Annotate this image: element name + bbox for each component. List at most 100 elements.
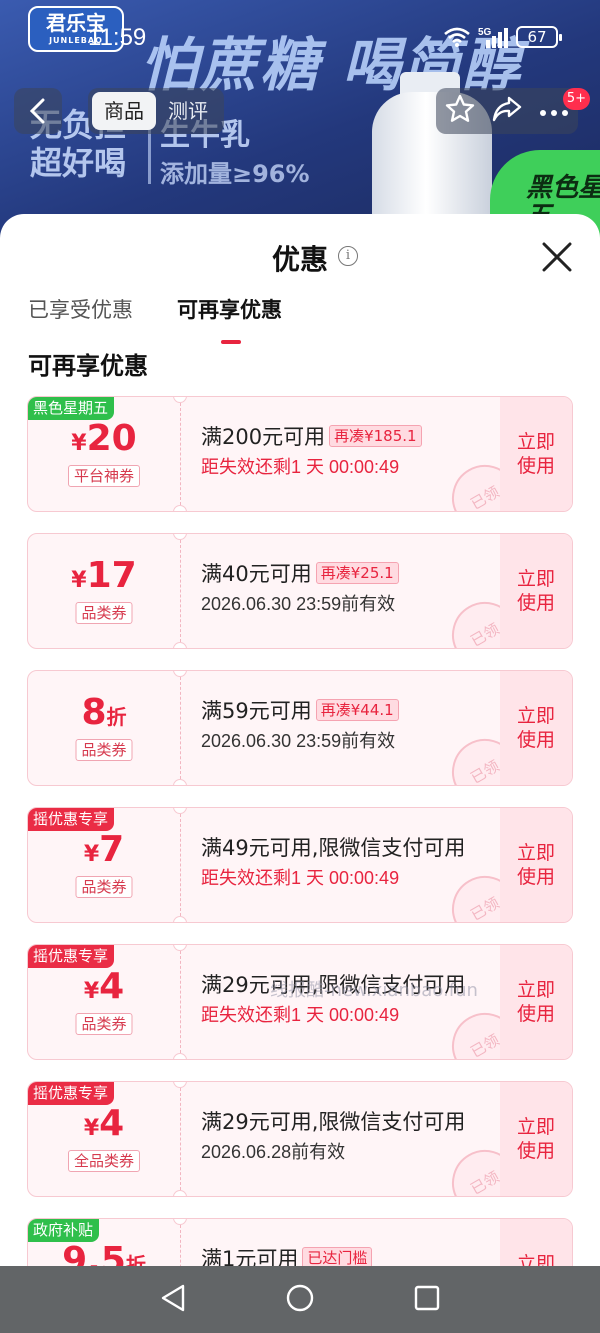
tab-review[interactable]: 测评 [156, 92, 220, 130]
coupon-condition: 满1元可用 已达门槛 [201, 1245, 481, 1266]
use-now-label: 立即 使用 [516, 842, 555, 888]
coupon-list: ¥20 平台神券 黑色星期五 满200元可用 再凑¥185.1 距失效还剩1 天 00:0… [27, 396, 573, 1266]
coupon-expiry: 2026.06.30 23:59前有效 [201, 731, 396, 751]
coupon-remaining-badge: 已达门槛 [302, 1247, 373, 1266]
section-title: 可再享优惠 [28, 352, 148, 380]
coupon-card: 8折 品类券 满59元可用 再凑¥44.1 2026.06.30 23:59前有效 已领立… [27, 670, 573, 786]
banner-feature-detail: 添加量≥96% [160, 160, 310, 188]
system-navigation-bar [0, 1266, 600, 1333]
tab-available-discounts[interactable]: 可再享优惠 [177, 294, 282, 344]
discount-tabs: 已享受优惠 可再享优惠 [28, 294, 282, 344]
coupon-expiry: 距失效还剩1 天 00:00:49 [201, 868, 400, 888]
system-recents-icon[interactable] [413, 1284, 441, 1316]
coupon-divider [180, 403, 181, 505]
coupon-condition: 满49元可用,限微信支付可用 [201, 834, 481, 862]
coupon-remaining-badge: 再凑¥25.1 [315, 562, 399, 584]
coupon-currency: ¥ [71, 431, 87, 456]
coupon-condition-text: 满1元可用 [201, 1247, 299, 1266]
coupon-notch [173, 779, 187, 785]
coupon-condition: 满40元可用 再凑¥25.1 [201, 560, 481, 588]
signal-5g-icon: 5G [478, 26, 508, 48]
coupon-card: 9.5折政府补贴满1元可用已达门槛立即 使用 [27, 1218, 573, 1266]
coupon-details: 满59元可用 再凑¥44.1 2026.06.30 23:59前有效 [201, 697, 481, 753]
svg-text:5G: 5G [478, 27, 492, 38]
coupon-amount: 8折 [28, 693, 180, 738]
coupon-card: ¥17 品类券 满40元可用 再凑¥25.1 2026.06.30 23:59前有效 已领… [27, 533, 573, 649]
coupon-type-label: 品类券 [75, 1013, 133, 1035]
use-now-button[interactable]: 立即 使用 [500, 808, 572, 922]
coupon-currency: ¥ [83, 842, 100, 867]
coupon-tag: 摇优惠专享 [28, 808, 115, 831]
tab-product[interactable]: 商品 [92, 92, 156, 130]
coupon-divider [180, 1225, 181, 1266]
favorite-star-icon[interactable] [445, 94, 475, 128]
coupon-value-area: ¥17 品类券 [28, 534, 180, 648]
coupon-condition-text: 满59元可用 [201, 699, 312, 723]
system-home-icon[interactable] [285, 1283, 315, 1317]
coupon-expiry: 距失效还剩1 天 00:00:49 [201, 457, 400, 477]
coupon-currency: ¥ [83, 1116, 100, 1141]
use-now-button[interactable]: 立即 使用 [500, 1082, 572, 1196]
coupon-amount: ¥20 [28, 419, 180, 464]
coupon-amount-value: 20 [86, 418, 137, 459]
chevron-left-icon [29, 98, 45, 124]
battery-icon: 67 [516, 26, 562, 48]
use-now-button[interactable]: 立即 使用 [500, 534, 572, 648]
watermark-text: 线报酷-new.xianbao.fun [270, 980, 478, 1001]
system-back-icon[interactable] [159, 1283, 187, 1317]
coupon-remaining-badge: 再凑¥44.1 [315, 699, 399, 721]
coupon-card: ¥4 全品类券 摇优惠专享 满29元可用,限微信支付可用 2026.06.28前有效 已领… [27, 1081, 573, 1197]
coupon-card: ¥20 平台神券 黑色星期五 满200元可用 再凑¥185.1 距失效还剩1 天 00:0… [27, 396, 573, 512]
discount-sheet: 优惠 i 已享受优惠 可再享优惠 可再享优惠 ¥20 平台神券 黑色星期五 满200元… [0, 214, 600, 1266]
coupon-tag: 摇优惠专享 [28, 945, 115, 968]
coupon-amount: ¥17 [28, 556, 180, 601]
coupon-card: ¥4 品类券 摇优惠专享 满29元可用,限微信支付可用 距失效还剩1 天 00:00:4… [27, 944, 573, 1060]
coupon-type-label: 全品类券 [67, 1150, 141, 1172]
coupon-details: 满40元可用 再凑¥25.1 2026.06.30 23:59前有效 [201, 560, 481, 616]
coupon-remaining-badge: 再凑¥185.1 [329, 425, 422, 447]
coupon-amount-value: 4 [99, 966, 125, 1007]
coupon-divider [180, 814, 181, 916]
coupon-type-label: 品类券 [75, 602, 133, 624]
coupon-card: ¥7 品类券 摇优惠专享满49元可用,限微信支付可用距失效还剩1 天 00:00:4… [27, 807, 573, 923]
status-icons: 5G 67 [444, 26, 562, 48]
coupon-condition-text: 满29元可用,限微信支付可用 [201, 1110, 466, 1134]
coupon-expiry: 2026.06.28前有效 [201, 1142, 346, 1162]
coupon-amount-unit: 折 [125, 1253, 146, 1266]
coupon-tag: 黑色星期五 [28, 397, 115, 420]
coupon-amount-value: 17 [86, 555, 137, 596]
coupon-notch [173, 505, 187, 511]
wifi-icon [444, 27, 470, 47]
coupon-tag: 摇优惠专享 [28, 1082, 115, 1105]
product-tabs: 商品 测评 [88, 88, 224, 134]
coupon-value-area: 8折 品类券 [28, 671, 180, 785]
coupon-expiry: 距失效还剩1 天 00:00:49 [201, 1005, 400, 1025]
coupon-amount-value: 7 [99, 829, 125, 870]
coupon-condition-text: 满40元可用 [201, 562, 312, 586]
use-now-button[interactable]: 立即 使用 [500, 397, 572, 511]
status-time: 11:59 [88, 24, 147, 51]
info-icon[interactable]: i [338, 246, 358, 266]
notification-badge: 5+ [562, 88, 590, 110]
coupon-amount: ¥4 [28, 967, 180, 1012]
use-now-button[interactable]: 立即 使用 [500, 671, 572, 785]
coupon-condition: 满200元可用 再凑¥185.1 [201, 423, 481, 451]
close-icon [542, 242, 572, 272]
use-now-label: 立即 使用 [516, 431, 555, 477]
back-button[interactable] [14, 88, 62, 134]
coupon-expiry: 2026.06.30 23:59前有效 [201, 594, 396, 614]
share-icon[interactable] [492, 95, 522, 127]
use-now-button[interactable]: 立即 使用 [500, 1219, 572, 1266]
use-now-button[interactable]: 立即 使用 [500, 945, 572, 1059]
tab-enjoyed-discounts[interactable]: 已享受优惠 [28, 294, 133, 324]
coupon-type-label: 品类券 [75, 739, 133, 761]
coupon-type-label: 品类券 [75, 876, 133, 898]
nav-actions [436, 88, 578, 134]
coupon-notch [173, 916, 187, 922]
coupon-details: 满49元可用,限微信支付可用距失效还剩1 天 00:00:49 [201, 834, 481, 890]
coupon-currency: ¥ [71, 568, 87, 593]
coupon-divider [180, 540, 181, 642]
coupon-amount-value: 4 [99, 1103, 125, 1144]
close-button[interactable] [540, 240, 574, 274]
coupon-condition-text: 满49元可用,限微信支付可用 [201, 836, 466, 860]
